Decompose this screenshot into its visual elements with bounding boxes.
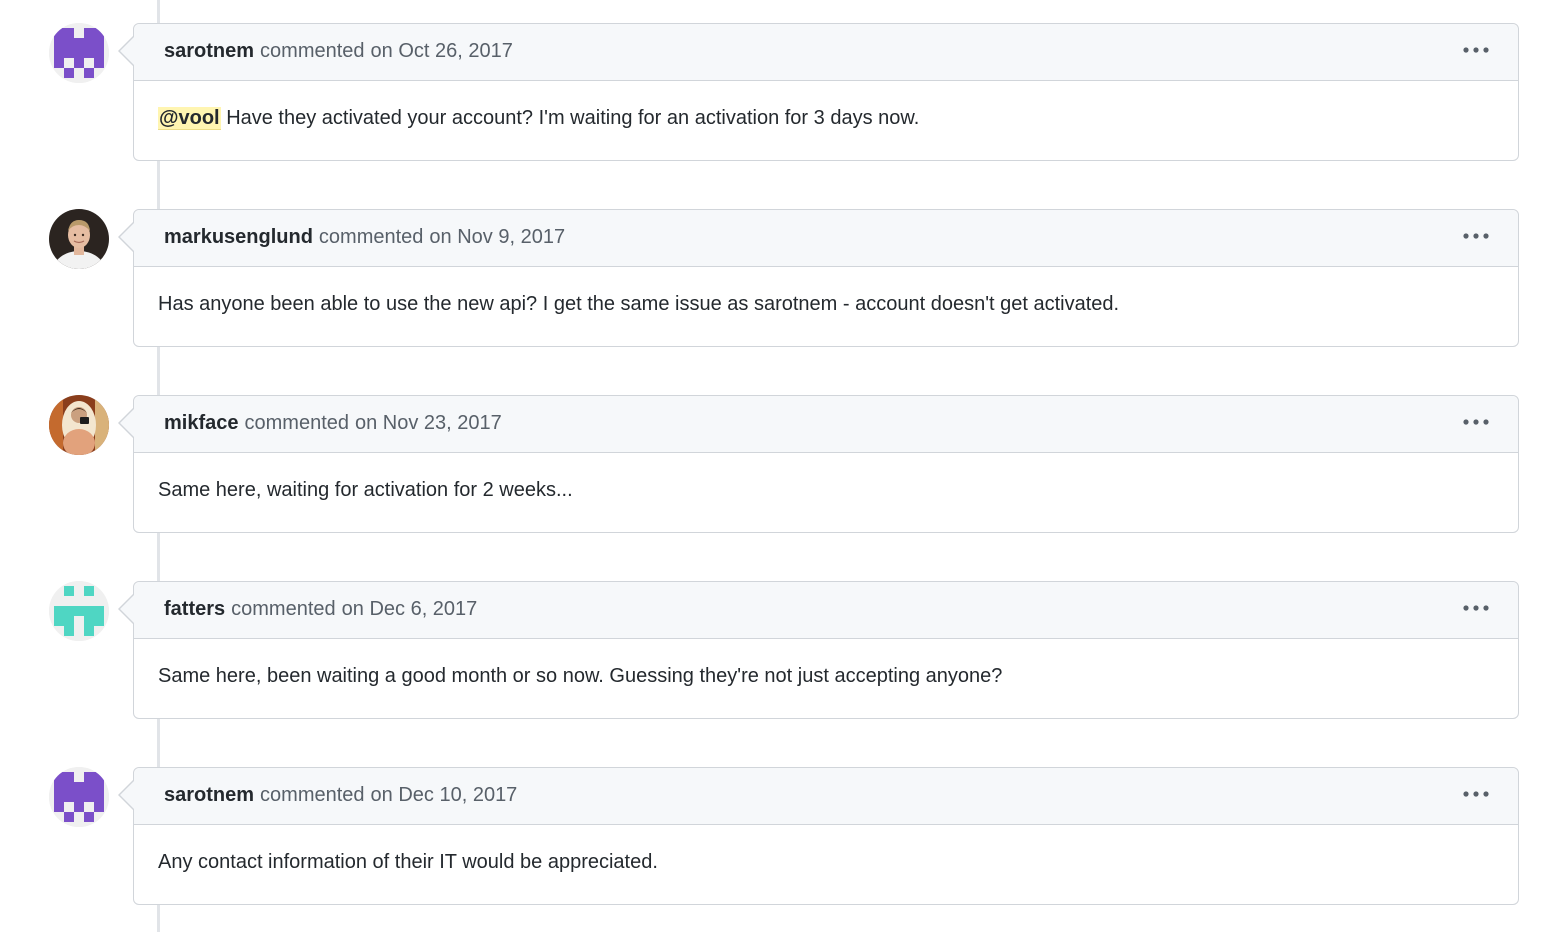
comment-header: sarotnem commented on Oct 26, 2017 <box>120 24 1518 81</box>
user-photo-icon <box>49 209 109 269</box>
comment-caret-fill <box>120 36 135 66</box>
comment-meta: markusenglund commented on Nov 9, 2017 <box>164 225 565 249</box>
more-actions-button[interactable] <box>1462 782 1490 806</box>
avatar[interactable] <box>49 767 109 827</box>
timestamp-link[interactable]: on Dec 6, 2017 <box>342 598 478 620</box>
kebab-horizontal-icon <box>1463 233 1489 239</box>
author-link[interactable]: markusenglund <box>164 226 313 248</box>
comment-meta: sarotnem commented on Dec 10, 2017 <box>164 783 517 807</box>
comment-text: Same here, been waiting a good month or … <box>158 665 1003 687</box>
avatar[interactable] <box>49 23 109 83</box>
comment-meta: sarotnem commented on Oct 26, 2017 <box>164 39 513 63</box>
timestamp-link[interactable]: on Dec 10, 2017 <box>371 784 518 806</box>
comment-header: markusenglund commented on Nov 9, 2017 <box>120 210 1518 267</box>
more-actions-button[interactable] <box>1462 596 1490 620</box>
kebab-horizontal-icon <box>1463 791 1489 797</box>
comment-box: fatters commented on Dec 6, 2017 Same here… <box>118 581 1519 719</box>
author-link[interactable]: fatters <box>164 598 225 620</box>
user-photo-icon <box>49 395 109 455</box>
comment-body: Has anyone been able to use the new api?… <box>158 292 1119 316</box>
identicon-purple-icon <box>49 23 109 83</box>
timestamp-link[interactable]: on Oct 26, 2017 <box>371 40 513 62</box>
comment-action-text: commented <box>244 412 350 434</box>
discussion-timeline: sarotnem commented on Oct 26, 2017 @vool H… <box>0 0 1550 932</box>
comment-action-text: commented <box>231 598 336 620</box>
comment-action-text: commented <box>318 226 424 248</box>
timestamp-link[interactable]: on Nov 23, 2017 <box>355 412 502 434</box>
timeline-comment: sarotnem commented on Oct 26, 2017 @vool H… <box>0 23 1550 161</box>
author-link[interactable]: sarotnem <box>164 40 254 62</box>
comment-header: sarotnem commented on Dec 10, 2017 <box>120 768 1518 825</box>
more-actions-button[interactable] <box>1462 38 1490 62</box>
comment-box: markusenglund commented on Nov 9, 2017 Has… <box>118 209 1519 347</box>
comment-action-text: commented <box>260 40 365 62</box>
comment-caret-fill <box>120 780 135 810</box>
more-actions-button[interactable] <box>1462 224 1490 248</box>
identicon-teal-icon <box>49 581 109 641</box>
kebab-horizontal-icon <box>1463 605 1489 611</box>
identicon-purple-icon <box>49 767 109 827</box>
comment-text: Same here, waiting for activation for 2 … <box>158 479 573 501</box>
comment-caret-fill <box>120 222 135 252</box>
timeline-comment: markusenglund commented on Nov 9, 2017 Has… <box>0 209 1550 347</box>
comment-body: Same here, been waiting a good month or … <box>158 664 1002 688</box>
timeline-comment: fatters commented on Dec 6, 2017 Same here… <box>0 581 1550 719</box>
comment-text: Any contact information of their IT woul… <box>158 851 658 873</box>
comment-header: fatters commented on Dec 6, 2017 <box>120 582 1518 639</box>
comment-text: Have they activated your account? I'm wa… <box>226 107 920 129</box>
timeline-comment: mikface commented on Nov 23, 2017 Same her… <box>0 395 1550 533</box>
author-link[interactable]: sarotnem <box>164 784 254 806</box>
comment-body: Same here, waiting for activation for 2 … <box>158 478 573 502</box>
user-mention-link[interactable]: @vool <box>158 107 221 130</box>
comment-caret-fill <box>120 594 135 624</box>
avatar[interactable] <box>49 581 109 641</box>
author-link[interactable]: mikface <box>164 412 239 434</box>
comment-text: Has anyone been able to use the new api?… <box>158 293 1120 315</box>
kebab-horizontal-icon <box>1463 419 1489 425</box>
comment-body: @vool Have they activated your account? … <box>158 106 919 130</box>
comment-box: sarotnem commented on Dec 10, 2017 Any con… <box>118 767 1519 905</box>
kebab-horizontal-icon <box>1463 47 1489 53</box>
avatar[interactable] <box>49 395 109 455</box>
comment-body: Any contact information of their IT woul… <box>158 850 658 874</box>
comment-action-text: commented <box>260 784 365 806</box>
comment-meta: mikface commented on Nov 23, 2017 <box>164 411 502 435</box>
comment-header: mikface commented on Nov 23, 2017 <box>120 396 1518 453</box>
comment-caret-fill <box>120 408 135 438</box>
avatar[interactable] <box>49 209 109 269</box>
comment-box: mikface commented on Nov 23, 2017 Same her… <box>118 395 1519 533</box>
timeline-comment: sarotnem commented on Dec 10, 2017 Any con… <box>0 767 1550 905</box>
comment-box: sarotnem commented on Oct 26, 2017 @vool H… <box>118 23 1519 161</box>
more-actions-button[interactable] <box>1462 410 1490 434</box>
comment-meta: fatters commented on Dec 6, 2017 <box>164 597 477 621</box>
timestamp-link[interactable]: on Nov 9, 2017 <box>429 226 565 248</box>
